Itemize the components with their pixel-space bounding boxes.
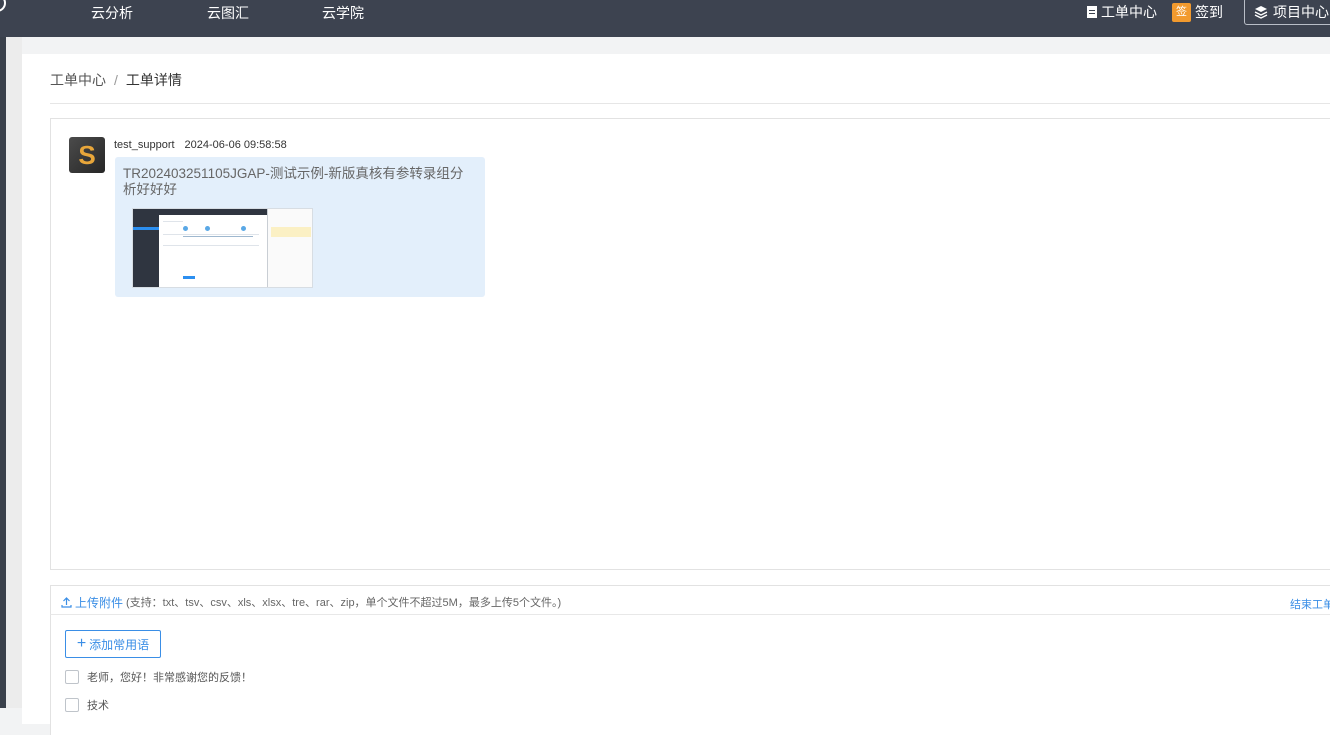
signin-label: 签到	[1195, 4, 1223, 20]
add-phrase-button[interactable]: + 添加常用语	[65, 630, 161, 658]
message-user: test_support	[114, 139, 175, 151]
signin-badge-icon: 签	[1172, 2, 1191, 22]
breadcrumb-ticket-center[interactable]: 工单中心	[50, 70, 106, 90]
thumb-line	[183, 236, 253, 237]
nav-item-cloud-chart[interactable]: 云图汇	[207, 4, 249, 22]
nav-item-cloud-academy[interactable]: 云学院	[322, 4, 364, 22]
add-phrase-label: 添加常用语	[89, 637, 150, 652]
thumb-line	[163, 221, 183, 222]
avatar: S	[69, 137, 105, 173]
upload-icon	[61, 597, 72, 608]
breadcrumb-current: 工单详情	[125, 72, 182, 88]
phrase-label: 技术	[87, 700, 109, 712]
project-center-button[interactable]: 项目中心	[1244, 0, 1330, 25]
end-ticket-link[interactable]: 结束工单	[1290, 596, 1330, 612]
layers-icon	[1254, 5, 1268, 19]
message-time: 2024-06-06 09:58:58	[184, 139, 287, 151]
phrase-option[interactable]: 老师，您好！非常感谢您的反馈！	[65, 669, 252, 685]
upload-note: (支持：txt、tsv、csv、xls、xlsx、tre、rar、zip，单个文…	[126, 597, 562, 609]
reply-toolbar: 上传附件 (支持：txt、tsv、csv、xls、xlsx、tre、rar、zi…	[50, 585, 1330, 615]
message-meta: test_support 2024-06-06 09:58:58	[114, 139, 287, 151]
breadcrumb: 工单中心 / 工单详情	[50, 70, 182, 90]
signin-link[interactable]: 签 签到	[1172, 2, 1223, 22]
phrase-label: 老师，您好！非常感谢您的反馈！	[87, 672, 252, 684]
thumb-button	[183, 276, 195, 279]
reply-body: + 添加常用语 老师，您好！非常感谢您的反馈！ 技术	[50, 615, 1330, 735]
message-bubble: TR202403251105JGAP-测试示例-新版真核有参转录组分析好好好	[115, 157, 485, 297]
thumb-topbar	[159, 209, 267, 215]
upload-attachment-link[interactable]: 上传附件	[61, 594, 123, 611]
project-center-label: 项目中心	[1273, 3, 1329, 20]
conversation-box[interactable]: S test_support 2024-06-06 09:58:58 TR202…	[50, 118, 1330, 570]
phrase-checkbox[interactable]	[65, 670, 79, 684]
phrase-checkbox[interactable]	[65, 698, 79, 712]
message-text: TR202403251105JGAP-测试示例-新版真核有参转录组分析好好好	[123, 166, 464, 197]
sidebar-gutter	[6, 37, 22, 708]
document-icon	[1087, 6, 1097, 18]
thumb-sidebar	[133, 209, 159, 287]
thumb-line	[163, 245, 259, 246]
thumb-dot	[205, 226, 210, 231]
breadcrumb-separator: /	[114, 72, 118, 88]
thumb-sidebar-selected	[133, 227, 159, 230]
divider	[50, 103, 1330, 104]
phrase-option[interactable]: 技术	[65, 697, 109, 713]
thumb-dot	[183, 226, 188, 231]
top-navbar: 云分析 云图汇 云学院 工单中心 签 签到 项目中心	[0, 0, 1330, 37]
thumb-side-panel	[267, 209, 312, 287]
upload-attachment-label: 上传附件	[75, 596, 124, 610]
nav-item-cloud-analysis[interactable]: 云分析	[91, 4, 133, 22]
screenshot-thumbnail[interactable]	[132, 208, 313, 288]
thumb-line	[163, 234, 259, 235]
plus-icon: +	[76, 635, 87, 652]
ticket-center-label: 工单中心	[1101, 4, 1157, 20]
logo-icon[interactable]	[0, 0, 6, 12]
ticket-center-link[interactable]: 工单中心	[1087, 3, 1157, 21]
thumb-dot	[241, 226, 246, 231]
thumb-highlight	[271, 227, 311, 237]
